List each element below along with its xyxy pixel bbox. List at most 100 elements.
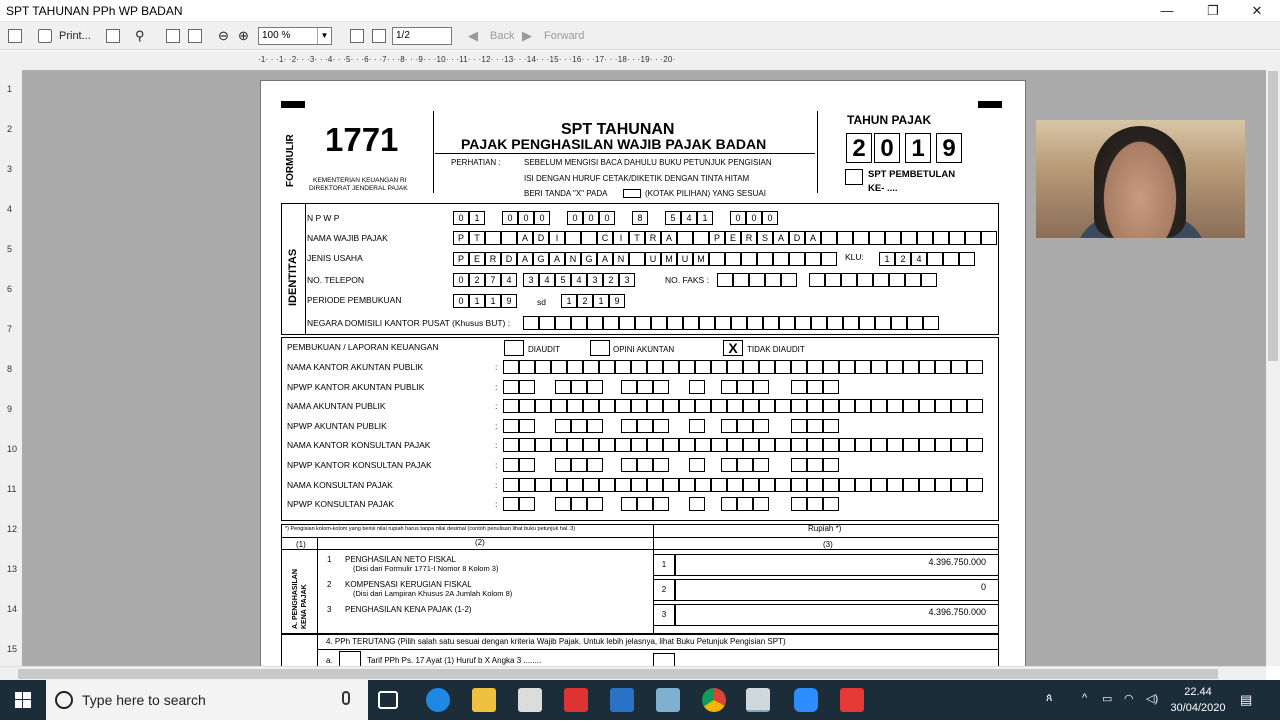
npwp-entry-box[interactable] <box>737 458 753 472</box>
name-entry-box[interactable] <box>967 360 983 374</box>
name-entry-box[interactable] <box>791 477 807 492</box>
negara-box[interactable] <box>923 316 939 330</box>
name-entry-box[interactable] <box>583 399 599 414</box>
name-entry-box[interactable] <box>951 477 967 492</box>
negara-box[interactable] <box>875 316 891 330</box>
name-entry-box[interactable] <box>647 477 663 492</box>
npwp-entry-box[interactable] <box>823 418 839 433</box>
npwp-entry-box[interactable] <box>807 458 823 472</box>
restore-button[interactable]: ❐ <box>1190 0 1236 22</box>
name-entry-box[interactable] <box>503 438 519 453</box>
npwp-entry-box[interactable] <box>621 458 637 472</box>
telp-box[interactable]: 2 <box>603 273 619 287</box>
name-entry-box[interactable] <box>967 438 983 453</box>
klu-box[interactable]: 2 <box>895 252 911 266</box>
battery-icon[interactable]: ▭ <box>1102 692 1112 705</box>
nama-box[interactable] <box>965 231 981 245</box>
fax-box[interactable] <box>857 273 873 287</box>
nama-box[interactable] <box>949 231 965 245</box>
nama-box[interactable] <box>581 231 597 245</box>
year-digit[interactable]: 0 <box>874 133 900 163</box>
usaha-box[interactable]: G <box>533 252 549 266</box>
name-entry-box[interactable] <box>615 477 631 492</box>
name-entry-box[interactable] <box>935 399 951 414</box>
name-entry-box[interactable] <box>711 399 727 414</box>
name-entry-box[interactable] <box>791 399 807 414</box>
klu-box[interactable] <box>927 252 943 266</box>
name-entry-box[interactable] <box>775 360 791 374</box>
npwp-box[interactable]: 0 <box>567 211 583 225</box>
usaha-box[interactable]: U <box>645 252 661 266</box>
usaha-box[interactable] <box>773 252 789 266</box>
npwp-entry-box[interactable] <box>571 418 587 433</box>
npwp-entry-box[interactable] <box>823 497 839 512</box>
nama-box[interactable]: E <box>725 231 741 245</box>
name-entry-box[interactable] <box>551 360 567 374</box>
name-entry-box[interactable] <box>919 477 935 492</box>
negara-box[interactable] <box>795 316 811 330</box>
name-entry-box[interactable] <box>695 360 711 374</box>
name-entry-box[interactable] <box>823 477 839 492</box>
name-entry-box[interactable] <box>583 360 599 374</box>
minimize-button[interactable]: — <box>1144 0 1190 22</box>
search-box[interactable]: Type here to search <box>46 680 368 720</box>
name-entry-box[interactable] <box>679 477 695 492</box>
name-entry-box[interactable] <box>551 399 567 414</box>
name-entry-box[interactable] <box>663 360 679 374</box>
telp-box[interactable]: 2 <box>469 273 485 287</box>
npwp-box[interactable]: 0 <box>518 211 534 225</box>
negara-box[interactable] <box>555 316 571 330</box>
name-entry-box[interactable] <box>599 438 615 453</box>
name-entry-box[interactable] <box>567 438 583 453</box>
name-entry-box[interactable] <box>759 399 775 414</box>
name-entry-box[interactable] <box>839 399 855 414</box>
npwp-entry-box[interactable] <box>737 379 753 394</box>
npwp-entry-box[interactable] <box>791 497 807 512</box>
name-entry-box[interactable] <box>519 438 535 453</box>
fax-box[interactable] <box>841 273 857 287</box>
negara-box[interactable] <box>747 316 763 330</box>
name-entry-box[interactable] <box>615 360 631 374</box>
nama-box[interactable]: A <box>773 231 789 245</box>
negara-box[interactable] <box>635 316 651 330</box>
name-entry-box[interactable] <box>743 477 759 492</box>
name-entry-box[interactable] <box>663 438 679 453</box>
nama-box[interactable]: R <box>741 231 757 245</box>
name-entry-box[interactable] <box>951 360 967 374</box>
name-entry-box[interactable] <box>887 360 903 374</box>
zoom-select[interactable]: 100 % ▼ <box>258 27 332 45</box>
usaha-box[interactable]: A <box>549 252 565 266</box>
nama-box[interactable] <box>901 231 917 245</box>
usaha-box[interactable]: A <box>597 252 613 266</box>
npwp-entry-box[interactable] <box>689 497 705 512</box>
npwp-entry-box[interactable] <box>637 418 653 433</box>
npwp-entry-box[interactable] <box>587 379 603 394</box>
nama-box[interactable]: A <box>517 231 533 245</box>
name-entry-box[interactable] <box>727 477 743 492</box>
npwp-entry-box[interactable] <box>689 379 705 394</box>
npwp-entry-box[interactable] <box>689 458 705 472</box>
nama-box[interactable] <box>869 231 885 245</box>
name-entry-box[interactable] <box>871 477 887 492</box>
first-page-icon[interactable] <box>350 29 364 43</box>
name-entry-box[interactable] <box>903 477 919 492</box>
name-entry-box[interactable] <box>679 360 695 374</box>
telp-box[interactable]: 3 <box>587 273 603 287</box>
npwp-entry-box[interactable] <box>791 379 807 394</box>
pph-a-box[interactable] <box>653 653 675 666</box>
npwp-entry-box[interactable] <box>587 497 603 512</box>
usaha-box[interactable]: U <box>677 252 693 266</box>
telp-box[interactable]: 3 <box>523 273 539 287</box>
zoom-icon[interactable] <box>794 688 818 712</box>
npwp-entry-box[interactable] <box>737 497 753 512</box>
npwp-entry-box[interactable] <box>519 497 535 512</box>
name-entry-box[interactable] <box>599 477 615 492</box>
npwp-entry-box[interactable] <box>555 418 571 433</box>
fax-box[interactable] <box>733 273 749 287</box>
name-entry-box[interactable] <box>759 477 775 492</box>
npwp-entry-box[interactable] <box>753 418 769 433</box>
usaha-box[interactable] <box>629 252 645 266</box>
usaha-box[interactable] <box>725 252 741 266</box>
name-entry-box[interactable] <box>647 399 663 414</box>
negara-box[interactable] <box>907 316 923 330</box>
